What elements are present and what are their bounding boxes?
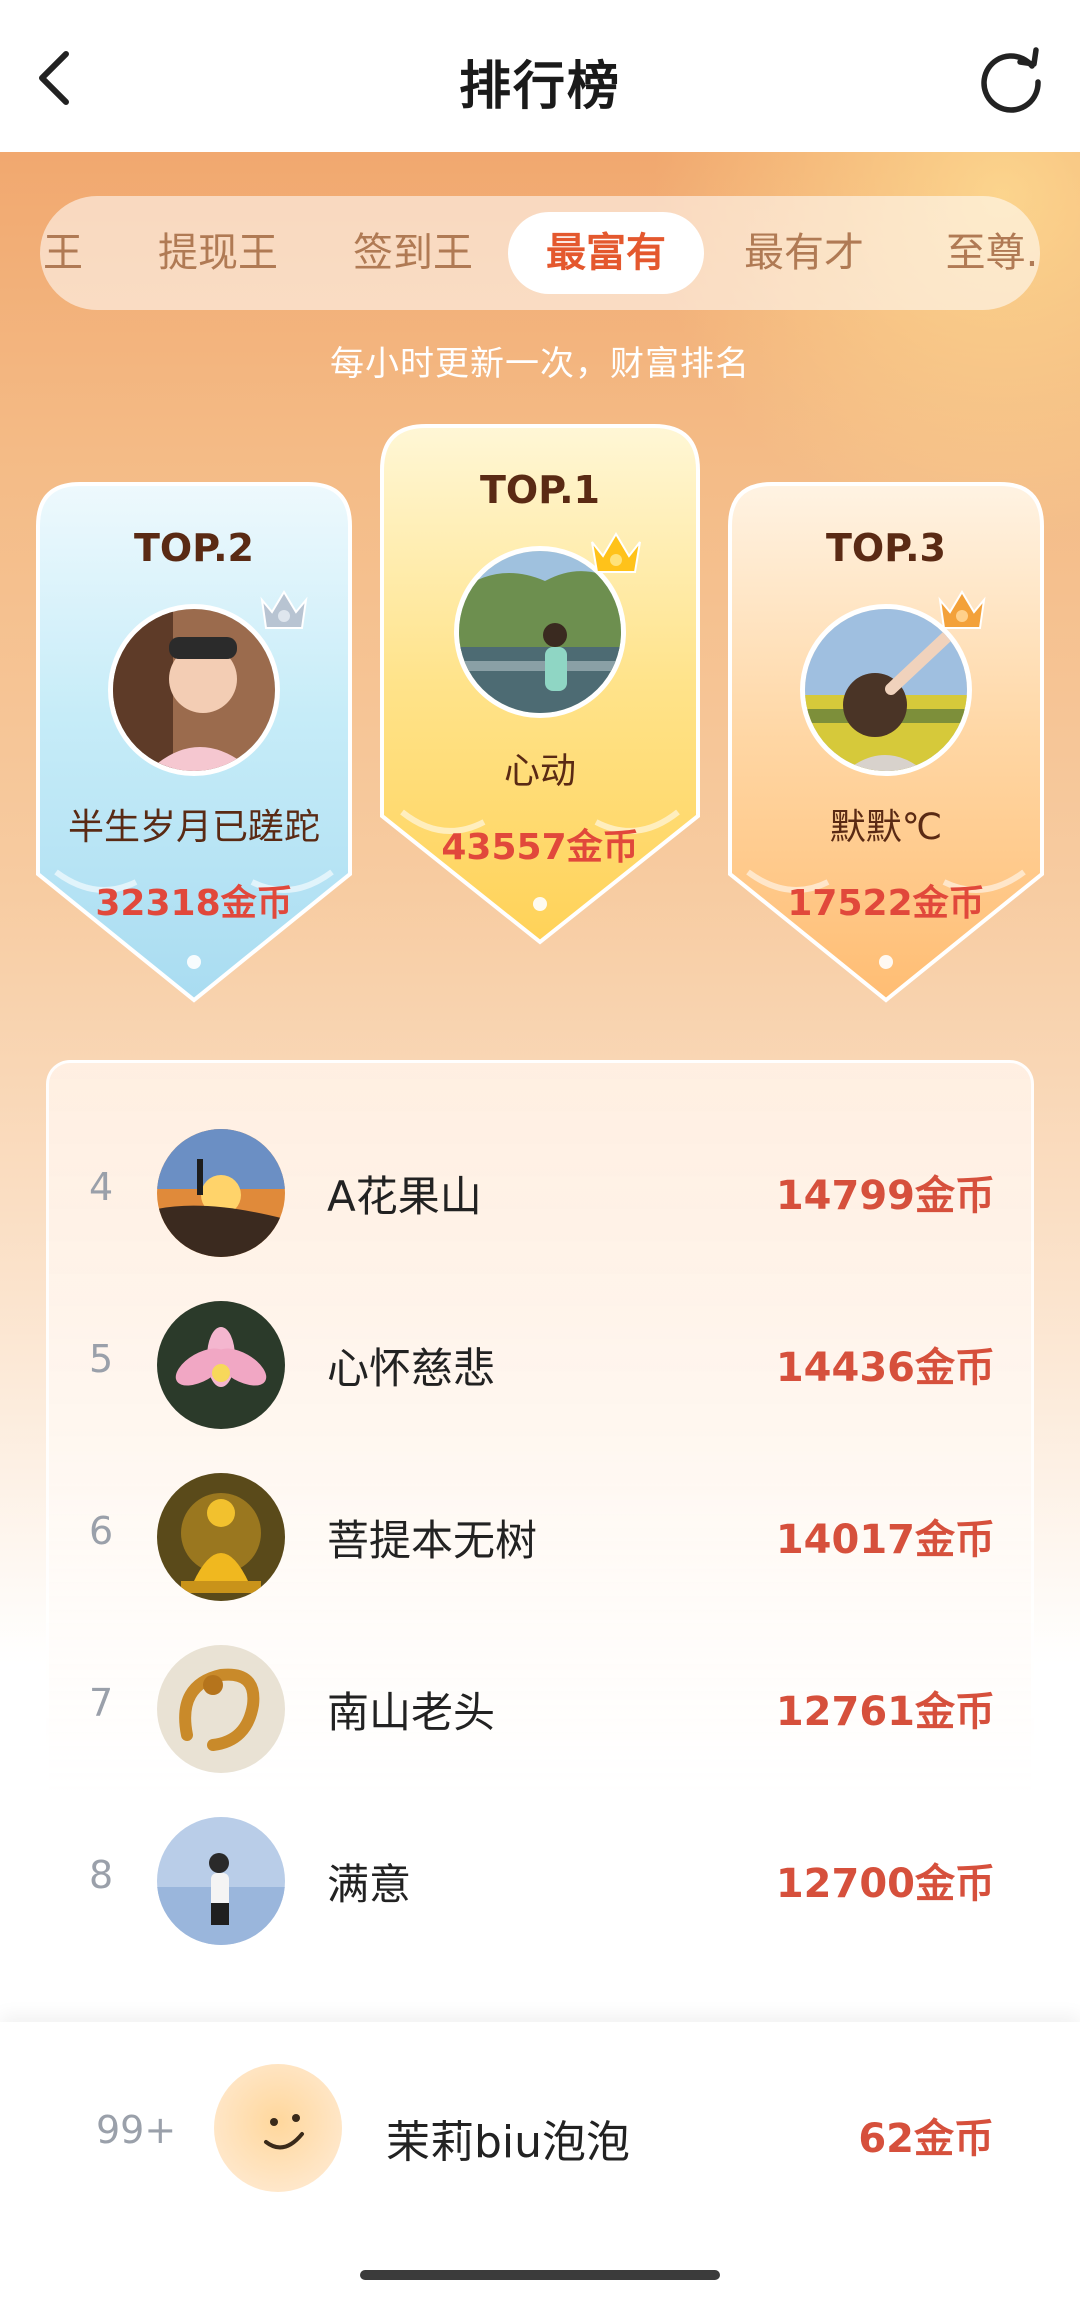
my-user-name: 茉莉biu泡泡 xyxy=(386,2117,631,2168)
avatar[interactable] xyxy=(157,1129,285,1257)
avatar[interactable] xyxy=(157,1473,285,1601)
smiley-avatar-icon xyxy=(214,2064,342,2192)
app-header: 排行榜 xyxy=(0,0,1080,152)
rank-label: TOP.1 xyxy=(480,468,600,512)
rank-label: TOP.3 xyxy=(826,526,946,570)
category-tabs: 王 提现王 签到王 最富有 最有才 至尊. xyxy=(40,196,1040,310)
rank-number: 4 xyxy=(89,1165,114,1209)
list-item[interactable]: 8 满意 12700金币 xyxy=(49,1795,1037,1967)
top3-card[interactable]: TOP.3 默默℃ 17522金币 xyxy=(728,482,1044,1004)
user-name: 心怀慈悲 xyxy=(327,1344,496,1393)
user-name: 心动 xyxy=(503,751,576,792)
avatar[interactable] xyxy=(157,1817,285,1945)
top2-card[interactable]: TOP.2 半生岁月已蹉跎 32318金币 xyxy=(36,482,352,1004)
update-note: 每小时更新一次，财富排名 xyxy=(330,344,750,384)
user-name: 菩提本无树 xyxy=(327,1516,538,1565)
coin-amount: 17522金币 xyxy=(787,883,985,924)
avatar-image xyxy=(157,1645,285,1773)
tab-partial-left[interactable]: 王 xyxy=(40,212,88,294)
my-rank-number: 99+ xyxy=(96,2108,177,2152)
crown-icon xyxy=(260,590,308,629)
user-name: 南山老头 xyxy=(327,1688,496,1737)
rank-number: 5 xyxy=(89,1337,114,1381)
tab-withdraw-king[interactable]: 提现王 xyxy=(138,212,298,294)
ranking-list: 4 A花果山 14799金币 5 心怀慈悲 14436金币 6 菩提本无树 14… xyxy=(46,1060,1034,2040)
rank-number: 8 xyxy=(89,1853,114,1897)
coin-amount: 43557金币 xyxy=(441,827,639,868)
list-item[interactable]: 6 菩提本无树 14017金币 xyxy=(49,1451,1037,1623)
tab-checkin-king[interactable]: 签到王 xyxy=(332,212,494,294)
page-title: 排行榜 xyxy=(458,57,621,117)
home-indicator[interactable] xyxy=(360,2270,720,2280)
avatar-image xyxy=(157,1301,285,1429)
rank-number: 6 xyxy=(89,1509,114,1553)
avatar-image xyxy=(157,1817,285,1945)
tab-supreme[interactable]: 至尊. xyxy=(932,212,1040,294)
coin-amount: 14017金币 xyxy=(775,1517,995,1563)
top1-card[interactable]: TOP.1 心动 43557金币 xyxy=(380,424,700,946)
list-item[interactable]: 4 A花果山 14799金币 xyxy=(49,1107,1037,1279)
avatar[interactable] xyxy=(157,1301,285,1429)
avatar[interactable] xyxy=(157,1645,285,1773)
avatar[interactable] xyxy=(108,604,280,776)
tab-richest[interactable]: 最富有 xyxy=(508,212,704,294)
coin-amount: 14436金币 xyxy=(775,1345,995,1391)
user-name: 满意 xyxy=(327,1860,412,1909)
my-avatar[interactable] xyxy=(214,2064,342,2192)
my-coin-amount: 62金币 xyxy=(858,2116,994,2162)
coin-amount: 12761金币 xyxy=(775,1689,995,1735)
user-name: A花果山 xyxy=(327,1172,482,1221)
refresh-button[interactable] xyxy=(976,44,1046,114)
list-item[interactable]: 5 心怀慈悲 14436金币 xyxy=(49,1279,1037,1451)
crown-icon xyxy=(938,590,986,629)
crown-icon xyxy=(591,532,641,573)
tab-most-talented[interactable]: 最有才 xyxy=(724,212,884,294)
coin-amount: 14799金币 xyxy=(775,1173,995,1219)
user-name: 半生岁月已蹉跎 xyxy=(67,807,320,848)
rank-number: 7 xyxy=(89,1681,114,1725)
user-name: 默默℃ xyxy=(829,807,943,848)
avatar-image xyxy=(157,1129,285,1257)
my-ranking-bar[interactable]: 99+ 茉莉biu泡泡 62金币 xyxy=(0,2022,1080,2301)
coin-amount: 32318金币 xyxy=(95,883,293,924)
avatar-image xyxy=(157,1473,285,1601)
coin-amount: 12700金币 xyxy=(775,1861,995,1907)
refresh-icon xyxy=(981,47,1041,113)
list-item[interactable]: 7 南山老头 12761金币 xyxy=(49,1623,1037,1795)
rank-label: TOP.2 xyxy=(134,526,254,570)
